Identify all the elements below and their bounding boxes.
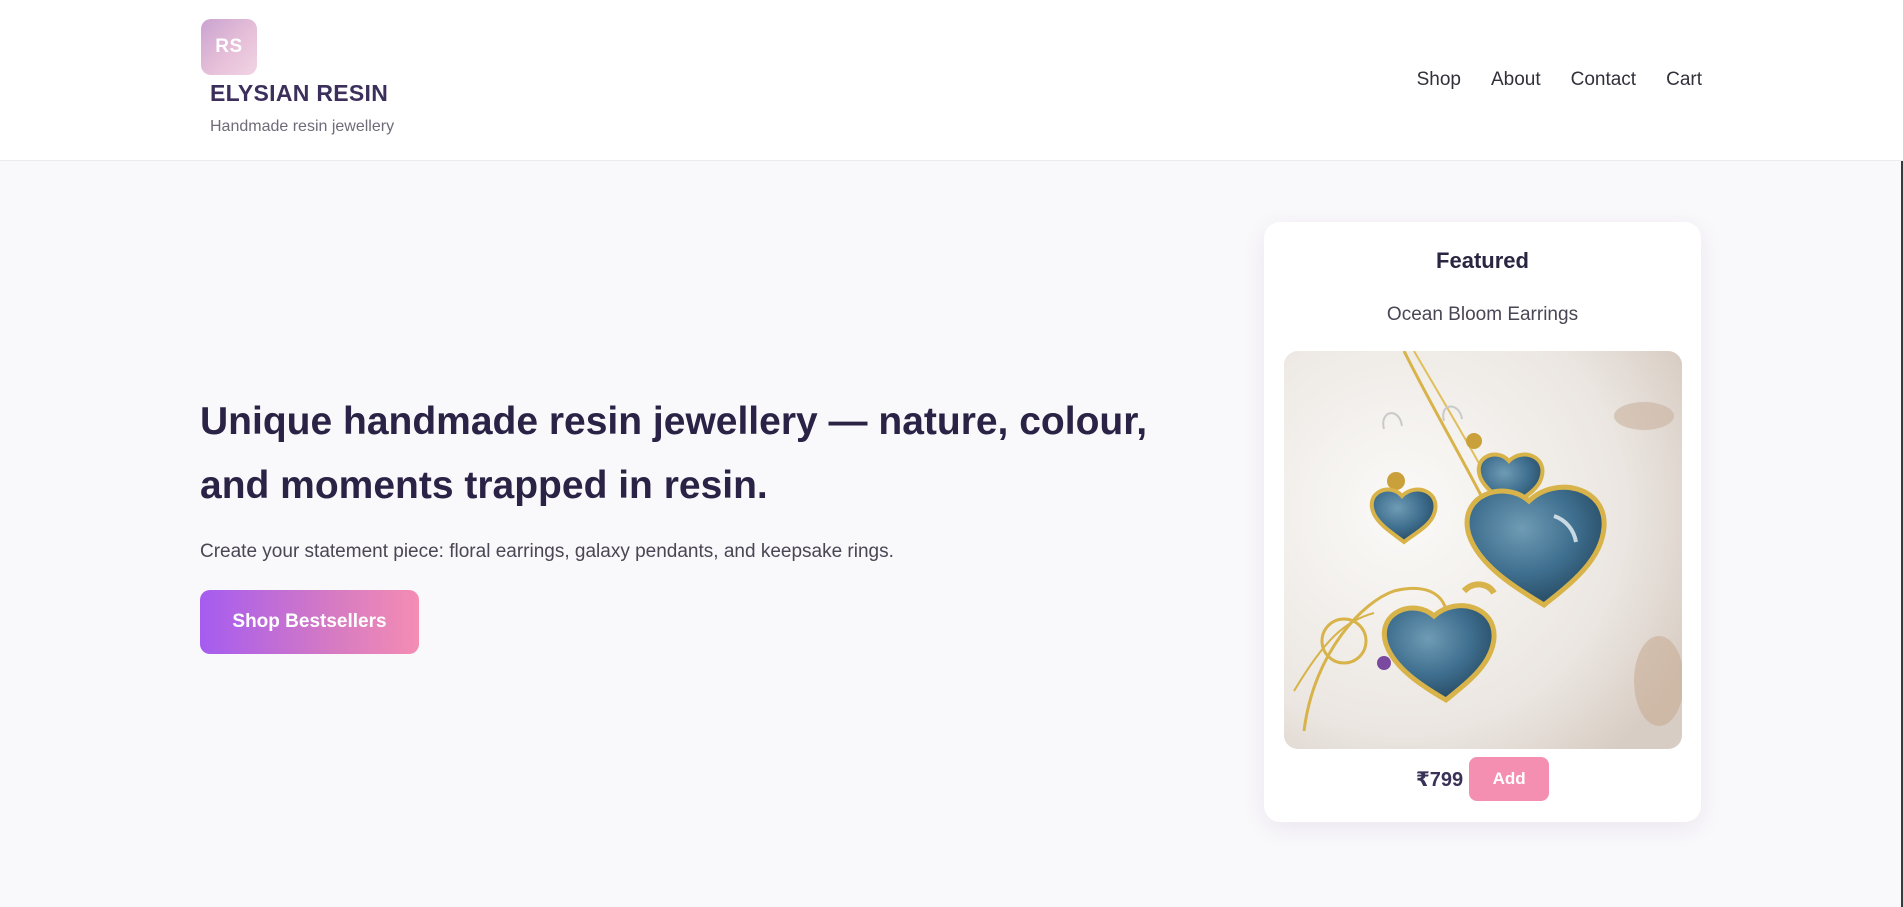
- shop-bestsellers-button[interactable]: Shop Bestsellers: [200, 590, 419, 654]
- product-price: ₹799: [1415, 768, 1464, 791]
- nav-link-shop[interactable]: Shop: [1417, 68, 1461, 91]
- hero-title: Unique handmade resin jewellery — nature…: [200, 400, 1148, 507]
- site-header: RS ELYSIAN RESIN Handmade resin jeweller…: [0, 0, 1903, 161]
- logo-badge[interactable]: RS: [201, 19, 257, 75]
- nav-link-contact[interactable]: Contact: [1571, 68, 1636, 91]
- main-nav: Shop About Contact Cart: [1417, 68, 1702, 91]
- price-row: ₹799 Add: [1264, 757, 1701, 801]
- featured-heading: Featured: [1436, 248, 1529, 273]
- featured-card: Featured Ocean Bloom Earrings ₹799 Add: [1264, 222, 1701, 822]
- add-to-cart-button[interactable]: Add: [1469, 757, 1550, 801]
- nav-link-cart[interactable]: Cart: [1666, 68, 1702, 91]
- nav-link-about[interactable]: About: [1491, 68, 1541, 91]
- featured-product-image[interactable]: [1284, 351, 1682, 749]
- brand-name[interactable]: ELYSIAN RESIN: [210, 80, 388, 107]
- hero-subtitle: Create your statement piece: floral earr…: [200, 541, 894, 562]
- brand-tagline: Handmade resin jewellery: [210, 118, 395, 135]
- jewellery-photo-icon: [1284, 351, 1682, 749]
- featured-product-name[interactable]: Ocean Bloom Earrings: [1264, 304, 1701, 326]
